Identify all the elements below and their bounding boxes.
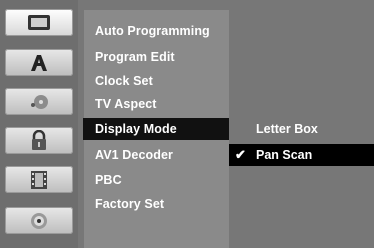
setup-menu-screen: Auto Programming Program Edit Clock Set … bbox=[0, 0, 374, 248]
checkmark-icon: ✔ bbox=[235, 147, 246, 162]
menu-item-av1-decoder[interactable]: AV1 Decoder bbox=[95, 144, 173, 166]
audio-category-button[interactable] bbox=[5, 88, 73, 115]
menu-item-display-mode[interactable]: Display Mode bbox=[83, 118, 231, 140]
language-category-button[interactable] bbox=[5, 49, 73, 76]
menu-item-clock-set[interactable]: Clock Set bbox=[95, 70, 153, 92]
menu-item-pbc[interactable]: PBC bbox=[95, 169, 122, 191]
display-icon bbox=[28, 14, 50, 30]
lock-category-button[interactable] bbox=[5, 127, 73, 154]
film-icon bbox=[31, 170, 47, 189]
settings-menu: Auto Programming Program Edit Clock Set … bbox=[83, 10, 231, 248]
option-pan-scan[interactable]: ✔ Pan Scan bbox=[229, 144, 374, 166]
audio-icon bbox=[31, 94, 48, 109]
menu-item-factory-set[interactable]: Factory Set bbox=[95, 193, 164, 215]
disc-icon bbox=[31, 212, 47, 229]
display-mode-options: Letter Box ✔ Pan Scan bbox=[229, 10, 374, 248]
option-letter-box[interactable]: Letter Box bbox=[256, 118, 318, 140]
menu-item-tv-aspect[interactable]: TV Aspect bbox=[95, 93, 157, 115]
category-icon-column bbox=[0, 0, 78, 248]
menu-item-program-edit[interactable]: Program Edit bbox=[95, 46, 175, 68]
lock-icon bbox=[32, 129, 46, 150]
menu-item-auto-programming[interactable]: Auto Programming bbox=[95, 20, 210, 42]
film-category-button[interactable] bbox=[5, 166, 73, 193]
disc-category-button[interactable] bbox=[5, 207, 73, 234]
language-icon bbox=[31, 54, 47, 71]
option-pan-scan-label: Pan Scan bbox=[256, 148, 313, 162]
display-category-button[interactable] bbox=[5, 9, 73, 36]
